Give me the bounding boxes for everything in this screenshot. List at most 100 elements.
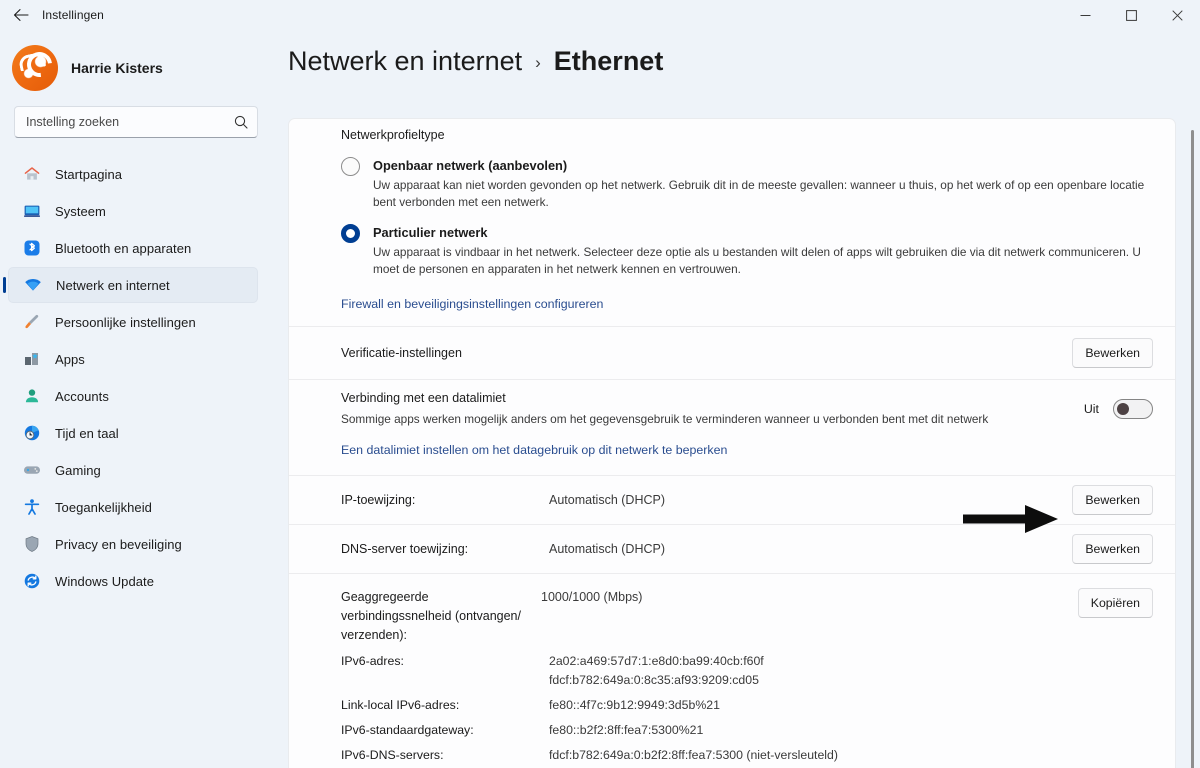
detail-row: IPv6-adres: 2a02:a469:57d7:1:e8d0:ba99:4…	[341, 649, 1153, 693]
sidebar-item-label: Systeem	[55, 203, 106, 219]
dns-assignment-row: DNS-server toewijzing: Automatisch (DHCP…	[289, 525, 1175, 574]
sidebar-nav: Startpagina Systeem Bluetooth en apparat…	[0, 156, 275, 599]
dns-assignment-value: Automatisch (DHCP)	[549, 541, 665, 556]
radio-option-title: Openbaar netwerk (aanbevolen)	[373, 158, 568, 173]
ip-assignment-row: IP-toewijzing: Automatisch (DHCP) Bewerk…	[289, 476, 1175, 525]
title-bar: Instellingen	[0, 0, 1200, 30]
breadcrumb: Netwerk en internet › Ethernet	[275, 30, 1200, 89]
search-box[interactable]	[14, 106, 258, 138]
sidebar-item-startpagina[interactable]: Startpagina	[8, 156, 258, 192]
account-icon	[22, 386, 42, 406]
network-profile-section: Netwerkprofieltype Openbaar netwerk (aan…	[289, 119, 1175, 327]
detail-label: IPv6-DNS-servers:	[341, 748, 444, 762]
search-input[interactable]	[26, 115, 234, 129]
sidebar-item-tijd-en-taal[interactable]: Tijd en taal	[8, 415, 258, 451]
breadcrumb-parent[interactable]: Netwerk en internet	[288, 46, 522, 77]
connection-details-row: Geaggregeerde verbindingssnelheid (ontva…	[289, 574, 1175, 768]
sidebar-item-apps[interactable]: Apps	[8, 341, 258, 377]
sidebar-item-privacy-en-beveiliging[interactable]: Privacy en beveiliging	[8, 526, 258, 562]
update-icon	[22, 571, 42, 591]
home-icon	[22, 164, 42, 184]
detail-values: fe80::4f7c:9b12:9949:3d5b%21	[549, 696, 1153, 715]
link-speed-label: Geaggregeerde verbindingssnelheid (ontva…	[341, 590, 521, 642]
radio-openbaar-netwerk[interactable]	[341, 157, 360, 176]
metered-toggle-state-label: Uit	[1083, 401, 1099, 416]
radio-particulier-netwerk[interactable]	[341, 224, 360, 243]
main-content: Netwerk en internet › Ethernet Netwerkpr…	[275, 30, 1200, 768]
bluetooth-icon	[22, 238, 42, 258]
system-icon	[22, 201, 42, 221]
clock-icon	[22, 423, 42, 443]
dns-assignment-label: DNS-server toewijzing:	[341, 541, 469, 556]
vertical-scrollbar[interactable]	[1191, 130, 1194, 768]
detail-value: fdcf:b782:649a:0:b2f2:8ff:fea7:5300 (nie…	[549, 748, 838, 762]
maximize-button[interactable]	[1108, 0, 1154, 30]
close-icon	[1171, 9, 1183, 21]
sidebar-item-label: Startpagina	[55, 166, 123, 182]
detail-row: Link-local IPv6-adres: fe80::4f7c:9b12:9…	[341, 693, 1153, 718]
firewall-settings-link[interactable]: Firewall en beveiligingsinstellingen con…	[341, 297, 603, 311]
breadcrumb-separator-icon: ›	[535, 53, 541, 72]
detail-value: fdcf:b782:649a:0:8c35:af93:9209:cd05	[549, 673, 759, 687]
sidebar-item-label: Tijd en taal	[55, 425, 119, 441]
data-limit-link[interactable]: Een datalimiet instellen om het datagebr…	[341, 443, 727, 457]
radio-option-title: Particulier netwerk	[373, 225, 488, 240]
close-button[interactable]	[1154, 0, 1200, 30]
detail-label: IPv6-standaardgateway:	[341, 723, 474, 737]
settings-card: Netwerkprofieltype Openbaar netwerk (aan…	[288, 118, 1176, 768]
back-arrow-icon	[13, 9, 29, 21]
radio-option-particulier-netwerk[interactable]: Particulier netwerk Uw apparaat is vindb…	[341, 215, 1153, 282]
detail-values: fdcf:b782:649a:0:b2f2:8ff:fea7:5300 (nie…	[549, 746, 1153, 768]
dns-assignment-edit-button[interactable]: Bewerken	[1072, 534, 1153, 564]
sidebar-item-persoonlijke-instellingen[interactable]: Persoonlijke instellingen	[8, 304, 258, 340]
detail-value: fe80::b2f2:8ff:fea7:5300%21	[549, 723, 704, 737]
verification-settings-row: Verificatie-instellingen Bewerken	[289, 327, 1175, 380]
sidebar-item-accounts[interactable]: Accounts	[8, 378, 258, 414]
detail-values: fe80::b2f2:8ff:fea7:5300%21	[549, 721, 1153, 740]
network-profile-options: Openbaar netwerk (aanbevolen) Uw apparaa…	[341, 142, 1153, 282]
user-profile[interactable]: Harrie Kisters	[0, 30, 275, 92]
brush-icon	[22, 312, 42, 332]
detail-value: fe80::4f7c:9b12:9949:3d5b%21	[549, 698, 720, 712]
detail-label: Link-local IPv6-adres:	[341, 698, 460, 712]
link-speed-value: 1000/1000 (Mbps)	[541, 590, 643, 604]
sidebar-item-label: Privacy en beveiliging	[55, 536, 182, 552]
sidebar-item-label: Windows Update	[55, 573, 154, 589]
metered-label: Verbinding met een datalimiet	[341, 391, 506, 405]
sidebar-item-label: Accounts	[55, 388, 109, 404]
radio-option-description: Uw apparaat is vindbaar in het netwerk. …	[373, 245, 1141, 276]
ip-assignment-label: IP-toewijzing:	[341, 492, 416, 507]
toggle-knob	[1117, 402, 1129, 415]
sidebar-item-label: Toegankelijkheid	[55, 499, 152, 515]
verification-label: Verificatie-instellingen	[341, 345, 462, 360]
page-title: Ethernet	[553, 46, 664, 76]
wifi-icon	[23, 275, 43, 295]
sidebar-item-bluetooth[interactable]: Bluetooth en apparaten	[8, 230, 258, 266]
ip-assignment-edit-button[interactable]: Bewerken	[1072, 485, 1153, 515]
shield-icon	[22, 534, 42, 554]
window-title: Instellingen	[42, 8, 104, 22]
sidebar-item-label: Apps	[55, 351, 85, 367]
metered-connection-row: Verbinding met een datalimiet Sommige ap…	[289, 380, 1175, 476]
minimize-button[interactable]	[1062, 0, 1108, 30]
sidebar-item-windows-update[interactable]: Windows Update	[8, 563, 258, 599]
apps-icon	[22, 349, 42, 369]
accessibility-icon	[22, 497, 42, 517]
back-button[interactable]	[0, 0, 42, 30]
radio-option-openbaar-netwerk[interactable]: Openbaar netwerk (aanbevolen) Uw apparaa…	[341, 156, 1153, 215]
sidebar-item-gaming[interactable]: Gaming	[8, 452, 258, 488]
verification-edit-button[interactable]: Bewerken	[1072, 338, 1153, 368]
maximize-icon	[1125, 9, 1137, 21]
settings-window: Instellingen Harrie Kisters Instelling z…	[0, 0, 1200, 768]
gamepad-icon	[22, 460, 42, 480]
copy-button[interactable]: Kopiëren	[1077, 588, 1153, 618]
sidebar-item-label: Persoonlijke instellingen	[55, 314, 196, 330]
minimize-icon	[1080, 14, 1090, 16]
sidebar-item-netwerk-en-internet[interactable]: Netwerk en internet	[8, 267, 258, 303]
sidebar-item-systeem[interactable]: Systeem	[8, 193, 258, 229]
detail-value: 2a02:a469:57d7:1:e8d0:ba99:40cb:f60f	[549, 654, 764, 668]
search-icon	[234, 115, 248, 129]
sidebar-item-toegankelijkheid[interactable]: Toegankelijkheid	[8, 489, 258, 525]
metered-toggle[interactable]	[1113, 398, 1153, 419]
avatar	[12, 45, 58, 91]
